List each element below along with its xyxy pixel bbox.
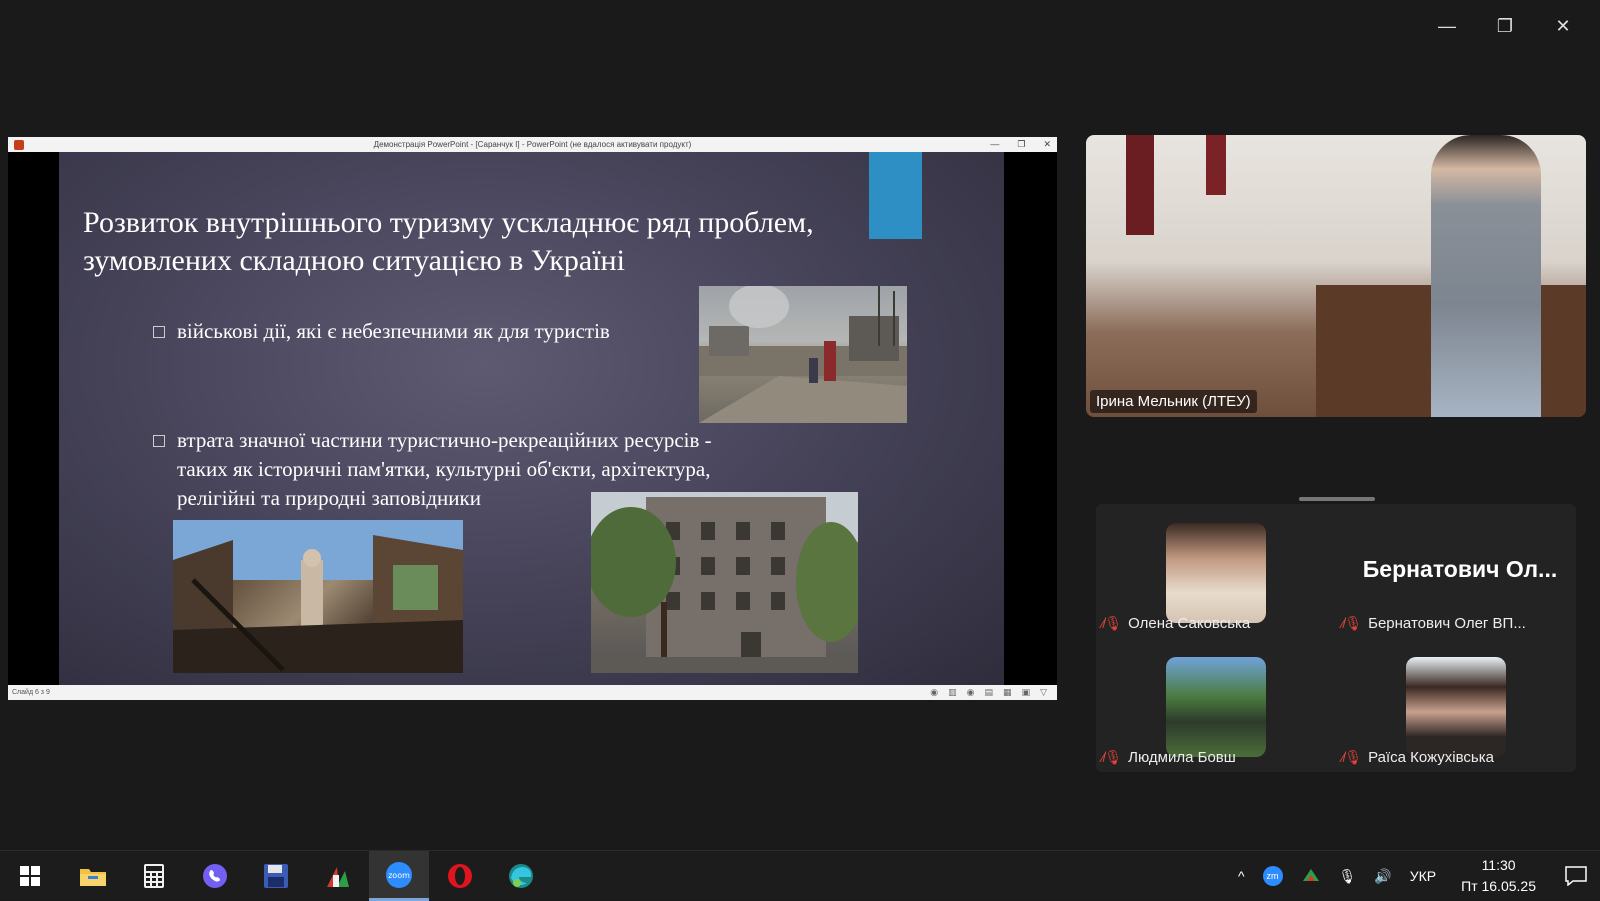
next-slide-icon[interactable]: ◉ xyxy=(967,685,975,700)
powerpoint-statusbar: Слайд 6 з 9 ◉ ▥ ◉ ▤ ▦ ▣ ▽ xyxy=(8,685,1057,700)
powerpoint-window-title: Демонстрація PowerPoint - [Саранчук І] -… xyxy=(373,140,692,149)
resize-handle[interactable] xyxy=(1299,497,1375,501)
chart-app-icon[interactable] xyxy=(308,851,368,901)
taskbar: zoom ^ zm 🎙 🔊 УКР 11:30 Пт 16.05.25 xyxy=(0,850,1600,901)
slideshow-view-icon[interactable]: ▽ xyxy=(1040,685,1047,700)
participant-name: Бернатович Олег ВП... xyxy=(1368,615,1526,632)
speaker-name: Ірина Мельник (ЛТЕУ) xyxy=(1090,390,1257,413)
calculator-icon[interactable] xyxy=(124,851,184,901)
network-tray-icon[interactable] xyxy=(1301,867,1321,886)
bullet-box-icon xyxy=(153,326,165,338)
mic-muted-icon: ⁄̸🎙 xyxy=(1102,749,1123,765)
shared-screen: Демонстрація PowerPoint - [Саранчук І] -… xyxy=(8,137,1057,700)
bullet-1-text: військові дії, які є небезпечними як для… xyxy=(177,319,610,343)
bullet-2-line2: таких як історичні пам'ятки, культурні о… xyxy=(177,457,711,481)
slide-counter: Слайд 6 з 9 xyxy=(12,689,50,696)
sorter-view-icon[interactable]: ▦ xyxy=(1003,685,1012,700)
slide-title-line1: Розвиток внутрішнього туризму ускладнює … xyxy=(83,206,814,239)
restore-button[interactable]: ❐ xyxy=(1476,10,1534,42)
participant-name-row: ⁄̸🎙 Олена Саковська xyxy=(1102,615,1250,632)
pp-restore-button[interactable]: ❐ xyxy=(1017,137,1025,152)
participant-name: Раїса Кожухівська xyxy=(1368,749,1494,766)
save-disk-icon[interactable] xyxy=(246,851,306,901)
participant-display-name: Бернатович Ол... xyxy=(1362,556,1558,582)
pp-minimize-button[interactable]: — xyxy=(990,137,999,152)
participant-name-row: ⁄̸🎙 Людмила Бовш xyxy=(1102,749,1236,766)
speaker-figure xyxy=(1431,135,1541,417)
participant-tile[interactable]: ⁄̸🎙 Раїса Кожухівська xyxy=(1336,638,1576,772)
participant-avatar xyxy=(1406,657,1506,757)
clock-date: Пт 16.05.25 xyxy=(1461,878,1536,894)
powerpoint-titlebar: Демонстрація PowerPoint - [Саранчук І] -… xyxy=(8,137,1057,152)
opera-icon[interactable] xyxy=(430,851,490,901)
windows-start-icon[interactable] xyxy=(0,851,60,901)
zoom-tray-icon[interactable]: zm xyxy=(1262,866,1283,886)
system-tray: ^ zm 🎙 🔊 УКР 11:30 Пт 16.05.25 xyxy=(1229,851,1600,901)
file-explorer-icon[interactable] xyxy=(63,851,123,901)
participant-name-row: ⁄̸🎙 Бернатович Олег ВП... xyxy=(1342,615,1526,632)
participant-name: Олена Саковська xyxy=(1128,615,1251,632)
notification-center-icon[interactable] xyxy=(1552,851,1600,901)
curtain xyxy=(1206,135,1226,195)
participant-tile[interactable]: ⁄̸🎙 Олена Саковська xyxy=(1096,504,1336,638)
prev-slide-icon[interactable]: ◉ xyxy=(930,685,938,700)
reading-view-icon[interactable]: ▣ xyxy=(1022,685,1031,700)
war-street-photo xyxy=(699,286,907,423)
participant-avatar xyxy=(1166,523,1266,623)
slide-title-line2: зумовлених складною ситуацією в Україні xyxy=(83,244,625,277)
mic-muted-icon: ⁄̸🎙 xyxy=(1102,615,1123,631)
normal-view-icon[interactable]: ▤ xyxy=(985,685,994,700)
mic-muted-icon: ⁄̸🎙 xyxy=(1342,749,1363,765)
participant-tile[interactable]: Бернатович Ол... ⁄̸🎙 Бернатович Олег ВП.… xyxy=(1336,504,1576,638)
zoom-app-icon[interactable]: zoom xyxy=(369,851,429,901)
destroyed-building-photo xyxy=(173,520,463,673)
clock-time: 11:30 xyxy=(1481,857,1516,873)
close-button[interactable]: ✕ xyxy=(1534,10,1592,42)
participant-avatar xyxy=(1166,657,1266,757)
language-indicator[interactable]: УКР xyxy=(1410,868,1436,884)
edge-icon[interactable] xyxy=(491,851,551,901)
slide-title: Розвиток внутрішнього туризму ускладнює … xyxy=(83,204,883,280)
bullet-1: військові дії, які є небезпечними як для… xyxy=(153,317,693,346)
volume-tray-icon[interactable]: 🔊 xyxy=(1374,868,1391,885)
participant-name: Людмила Бовш xyxy=(1128,749,1236,766)
microphone-tray-icon[interactable]: 🎙 xyxy=(1339,868,1357,885)
bullet-box-icon xyxy=(153,435,165,447)
svg-text:zoom: zoom xyxy=(388,871,410,880)
clock[interactable]: 11:30 Пт 16.05.25 xyxy=(1461,855,1536,897)
participant-gallery: ⁄̸🎙 Олена Саковська Бернатович Ол... ⁄̸🎙… xyxy=(1096,504,1576,772)
slide: Розвиток внутрішнього туризму ускладнює … xyxy=(59,152,1004,685)
menu-icon[interactable]: ▥ xyxy=(948,685,957,700)
viber-icon[interactable] xyxy=(185,851,245,901)
pp-close-button[interactable]: ✕ xyxy=(1043,137,1051,152)
minimize-button[interactable]: — xyxy=(1418,10,1476,42)
powerpoint-controls: — ❐ ✕ xyxy=(990,137,1051,152)
participant-name-row: ⁄̸🎙 Раїса Кожухівська xyxy=(1342,749,1494,766)
show-hidden-icons-chevron[interactable]: ^ xyxy=(1238,868,1245,884)
mic-muted-icon: ⁄̸🎙 xyxy=(1342,615,1363,631)
damaged-apartment-photo xyxy=(591,492,858,673)
window-controls: — ❐ ✕ xyxy=(1418,10,1592,42)
participant-tile[interactable]: ⁄̸🎙 Людмила Бовш xyxy=(1096,638,1336,772)
speaker-video[interactable]: Ірина Мельник (ЛТЕУ) xyxy=(1086,135,1586,417)
curtain xyxy=(1126,135,1154,235)
slideshow-controls: ◉ ▥ ◉ ▤ ▦ ▣ ▽ xyxy=(930,685,1047,700)
bullet-2-line1: втрата значної частини туристично-рекреа… xyxy=(177,428,712,452)
